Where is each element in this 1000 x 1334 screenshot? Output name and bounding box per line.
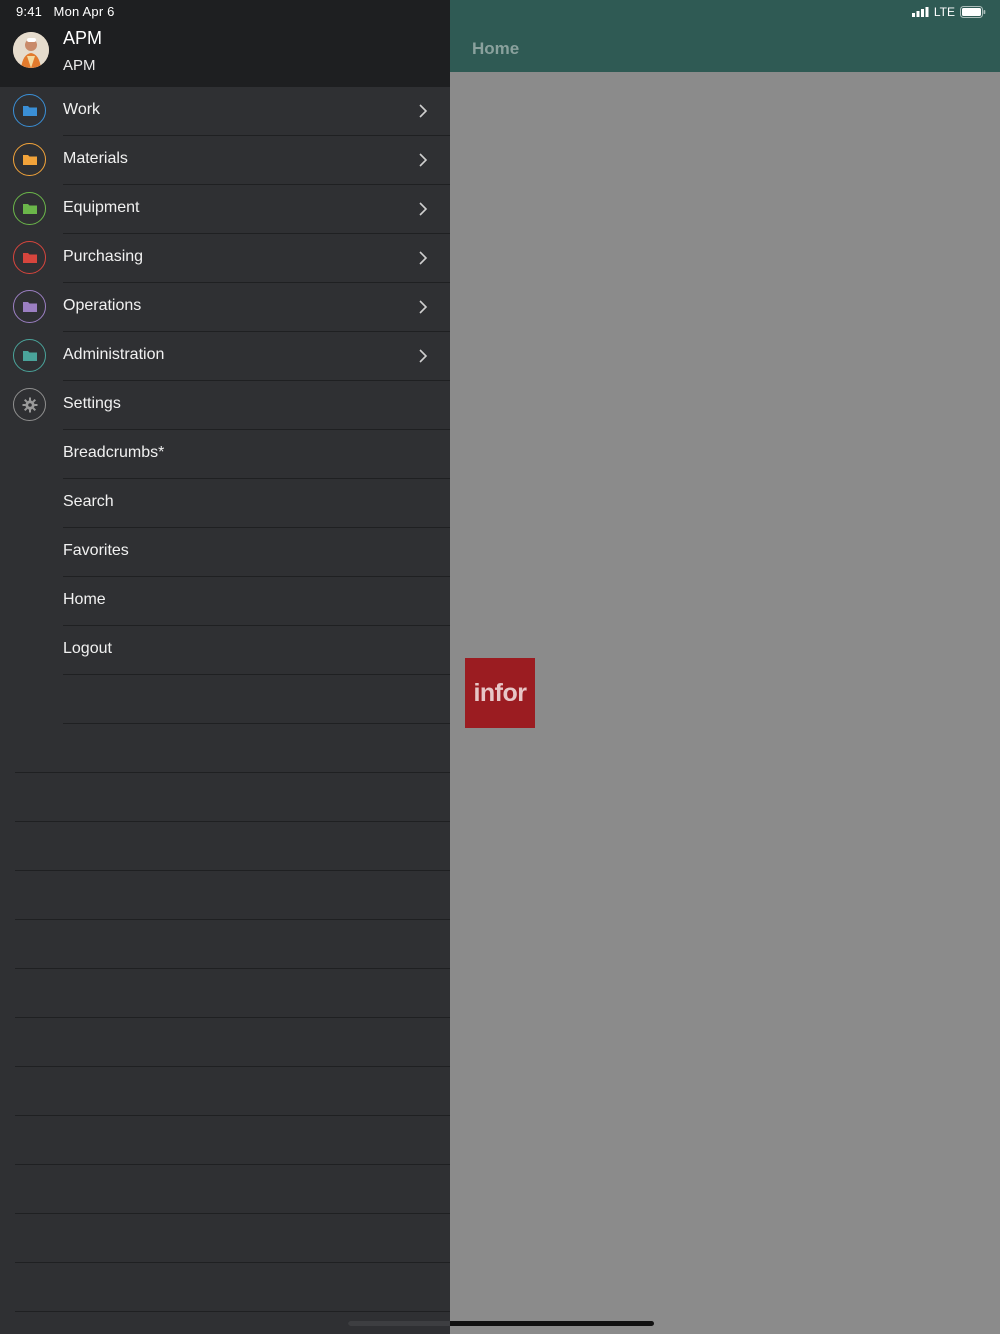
empty-row: [15, 1263, 450, 1312]
status-indicators: LTE: [911, 5, 986, 19]
empty-row: [15, 773, 450, 822]
chevron-right-icon: [419, 300, 428, 314]
network-label: LTE: [933, 5, 955, 19]
menu-item-settings[interactable]: Settings: [13, 381, 450, 430]
empty-row: [15, 969, 450, 1018]
chevron-right-icon: [419, 104, 428, 118]
avatar[interactable]: [13, 32, 49, 68]
menu-item-logout[interactable]: Logout: [63, 626, 450, 675]
menu-item-label: Home: [63, 591, 106, 608]
battery-icon: [960, 6, 986, 18]
status-date: Mon Apr 6: [53, 4, 115, 19]
menu-item-label: Equipment: [63, 199, 140, 216]
navigation-drawer: 9:41 Mon Apr 6 APM APM Work Materials Eq…: [0, 0, 450, 1334]
menu-item-label: Favorites: [63, 542, 129, 559]
main-content: infor: [450, 72, 1000, 1334]
empty-row: [15, 871, 450, 920]
menu-item-administration[interactable]: Administration: [13, 332, 450, 381]
menu-list: Work Materials Equipment Purchasing Oper…: [0, 87, 450, 1312]
gear-icon: [13, 388, 46, 421]
folder-icon: [13, 192, 46, 225]
menu-item-breadcrumbs[interactable]: Breadcrumbs*: [63, 430, 450, 479]
empty-row: [63, 675, 450, 724]
menu-item-label: Purchasing: [63, 248, 144, 265]
menu-item-favorites[interactable]: Favorites: [63, 528, 450, 577]
chevron-right-icon: [419, 153, 428, 167]
folder-icon: [13, 339, 46, 372]
menu-item-label: Operations: [63, 297, 142, 314]
empty-row: [15, 822, 450, 871]
home-indicator-dimmed: [348, 1321, 450, 1326]
menu-item-equipment[interactable]: Equipment: [13, 185, 450, 234]
menu-item-label: Search: [63, 493, 114, 510]
folder-icon: [13, 290, 46, 323]
empty-row: [15, 1018, 450, 1067]
menu-item-purchasing[interactable]: Purchasing: [13, 234, 450, 283]
signal-icon: [911, 7, 929, 17]
user-name: APM: [63, 28, 103, 48]
menu-item-label: Breadcrumbs*: [63, 444, 165, 461]
empty-row: [15, 724, 450, 773]
logo-text: infor: [473, 678, 527, 707]
menu-item-operations[interactable]: Operations: [13, 283, 450, 332]
menu-item-search[interactable]: Search: [63, 479, 450, 528]
empty-row: [15, 1165, 450, 1214]
menu-item-home[interactable]: Home: [63, 577, 450, 626]
app-bar: Home LTE: [450, 0, 1000, 72]
page-title: Home: [472, 39, 520, 58]
menu-item-label: Materials: [63, 150, 128, 167]
empty-row: [15, 1116, 450, 1165]
menu-item-work[interactable]: Work: [13, 87, 450, 136]
folder-icon: [13, 143, 46, 176]
empty-row: [15, 1067, 450, 1116]
menu-item-label: Logout: [63, 640, 112, 657]
user-role: APM: [63, 57, 96, 74]
infor-logo: infor: [465, 658, 535, 728]
folder-icon: [13, 94, 46, 127]
chevron-right-icon: [419, 349, 428, 363]
empty-row: [15, 920, 450, 969]
status-time: 9:41: [16, 4, 43, 19]
empty-row: [15, 1214, 450, 1263]
menu-item-label: Settings: [63, 395, 121, 412]
chevron-right-icon: [419, 202, 428, 216]
menu-item-materials[interactable]: Materials: [13, 136, 450, 185]
folder-icon: [13, 241, 46, 274]
chevron-right-icon: [419, 251, 428, 265]
status-time-date: 9:41 Mon Apr 6: [16, 4, 115, 19]
drawer-header: 9:41 Mon Apr 6 APM APM: [0, 0, 450, 87]
menu-item-label: Administration: [63, 346, 165, 363]
menu-item-label: Work: [63, 101, 101, 118]
